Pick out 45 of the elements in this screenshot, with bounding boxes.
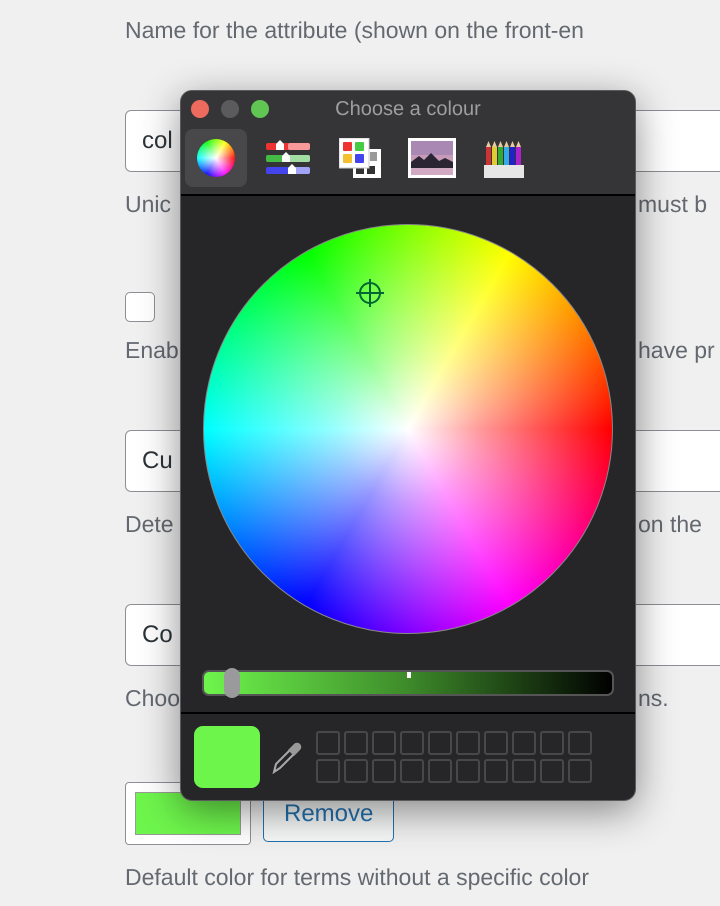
help-text: Enab xyxy=(125,336,179,363)
help-text: ns. xyxy=(638,684,669,713)
crosshair-icon[interactable] xyxy=(356,279,384,307)
empty-swatch-slot[interactable] xyxy=(484,759,508,783)
wheel-mode-tab[interactable] xyxy=(185,129,247,187)
help-text: Default color for terms without a specific color xyxy=(125,864,590,890)
empty-swatch-slot[interactable] xyxy=(428,759,452,783)
color-wheel-icon xyxy=(197,139,235,177)
empty-swatch-slot[interactable] xyxy=(372,731,396,755)
slider-thumb[interactable] xyxy=(224,668,240,698)
checkbox[interactable] xyxy=(125,292,155,322)
empty-swatch-slot[interactable] xyxy=(540,759,564,783)
empty-swatch-slot[interactable] xyxy=(456,731,480,755)
empty-swatch-slot[interactable] xyxy=(400,759,424,783)
help-text: Choo xyxy=(125,684,180,711)
empty-swatch-slot[interactable] xyxy=(316,759,340,783)
eyedropper-icon[interactable] xyxy=(270,740,304,774)
empty-swatch-slot[interactable] xyxy=(428,731,452,755)
help-text: Unic xyxy=(125,190,172,217)
empty-swatch-slot[interactable] xyxy=(400,731,424,755)
help-text: must b xyxy=(638,190,708,219)
image-icon xyxy=(408,138,456,178)
help-text: have pr xyxy=(638,336,715,365)
empty-swatch-slot[interactable] xyxy=(372,759,396,783)
palettes-icon xyxy=(339,138,381,178)
empty-swatch-slot[interactable] xyxy=(316,731,340,755)
tick-mark xyxy=(407,672,411,678)
empty-swatch-slot[interactable] xyxy=(512,731,536,755)
empty-swatch-slot[interactable] xyxy=(484,731,508,755)
empty-swatch-slot[interactable] xyxy=(456,759,480,783)
window-title: Choose a colour xyxy=(334,97,482,122)
help-text: Name for the attribute (shown on the front-en xyxy=(125,16,584,43)
brightness-slider[interactable] xyxy=(202,670,614,696)
empty-swatch-slot[interactable] xyxy=(568,759,592,783)
zoom-window-button[interactable] xyxy=(251,100,269,118)
current-color-swatch xyxy=(194,726,260,788)
empty-swatch-slot[interactable] xyxy=(568,731,592,755)
sliders-icon xyxy=(266,140,310,176)
close-window-button[interactable] xyxy=(191,100,209,118)
help-text: Dete xyxy=(125,510,174,537)
empty-swatch-slot[interactable] xyxy=(344,759,368,783)
empty-swatch-slot[interactable] xyxy=(344,731,368,755)
help-text: on the xyxy=(638,510,702,539)
empty-swatch-slot[interactable] xyxy=(512,759,536,783)
empty-swatch-slot[interactable] xyxy=(540,731,564,755)
